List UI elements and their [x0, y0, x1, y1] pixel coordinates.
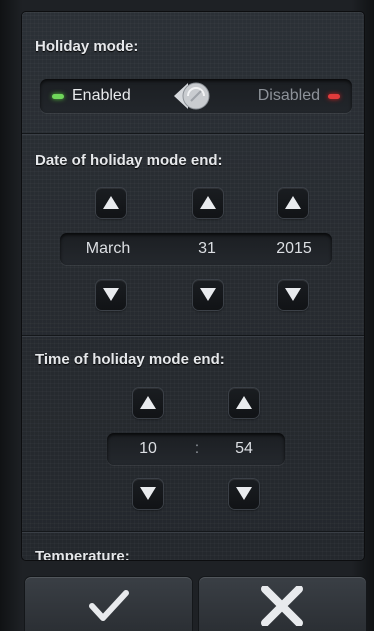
down-arrow-icon: [140, 487, 156, 500]
month-up-button[interactable]: [96, 188, 126, 218]
cancel-button[interactable]: [199, 577, 366, 631]
day-up-button[interactable]: [193, 188, 223, 218]
day-value: 31: [198, 240, 216, 257]
down-arrow-icon: [285, 288, 301, 301]
time-section-title: Time of holiday mode end:: [35, 351, 225, 368]
day-down-button[interactable]: [193, 280, 223, 310]
toggle-knob[interactable]: [174, 81, 214, 111]
hour-value: 10: [139, 440, 157, 457]
up-arrow-icon: [200, 196, 216, 209]
section-divider: [22, 335, 364, 337]
holiday-mode-toggle[interactable]: Enabled Disabled: [40, 79, 352, 113]
down-arrow-icon: [200, 288, 216, 301]
toggle-enabled-label: Enabled: [72, 87, 131, 104]
close-icon: [261, 586, 303, 626]
section-divider: [22, 133, 364, 135]
month-down-button[interactable]: [96, 280, 126, 310]
temperature-section-title: Temperature:: [35, 548, 130, 560]
disabled-led-indicator: [328, 94, 340, 99]
checkmark-icon: [89, 590, 129, 621]
minute-down-button[interactable]: [229, 479, 259, 509]
holiday-mode-title: Holiday mode:: [35, 38, 139, 55]
confirm-button[interactable]: [25, 577, 192, 631]
up-arrow-icon: [140, 396, 156, 409]
down-arrow-icon: [236, 487, 252, 500]
time-display: 10 : 54: [107, 433, 285, 465]
enabled-led-indicator: [52, 94, 64, 99]
year-down-button[interactable]: [278, 280, 308, 310]
up-arrow-icon: [285, 196, 301, 209]
up-arrow-icon: [103, 196, 119, 209]
up-arrow-icon: [236, 396, 252, 409]
toggle-disabled-label: Disabled: [257, 87, 320, 104]
hour-up-button[interactable]: [133, 388, 163, 418]
settings-panel[interactable]: Holiday mode: Enabled Disabled Date of h…: [22, 12, 364, 560]
minute-up-button[interactable]: [229, 388, 259, 418]
date-section-title: Date of holiday mode end:: [35, 152, 223, 169]
hour-down-button[interactable]: [133, 479, 163, 509]
down-arrow-icon: [103, 288, 119, 301]
time-separator: :: [194, 440, 200, 457]
date-display: March 31 2015: [60, 233, 332, 265]
year-up-button[interactable]: [278, 188, 308, 218]
minute-value: 54: [235, 440, 253, 457]
month-value: March: [85, 240, 131, 257]
year-value: 2015: [276, 240, 312, 257]
section-divider: [22, 531, 364, 533]
